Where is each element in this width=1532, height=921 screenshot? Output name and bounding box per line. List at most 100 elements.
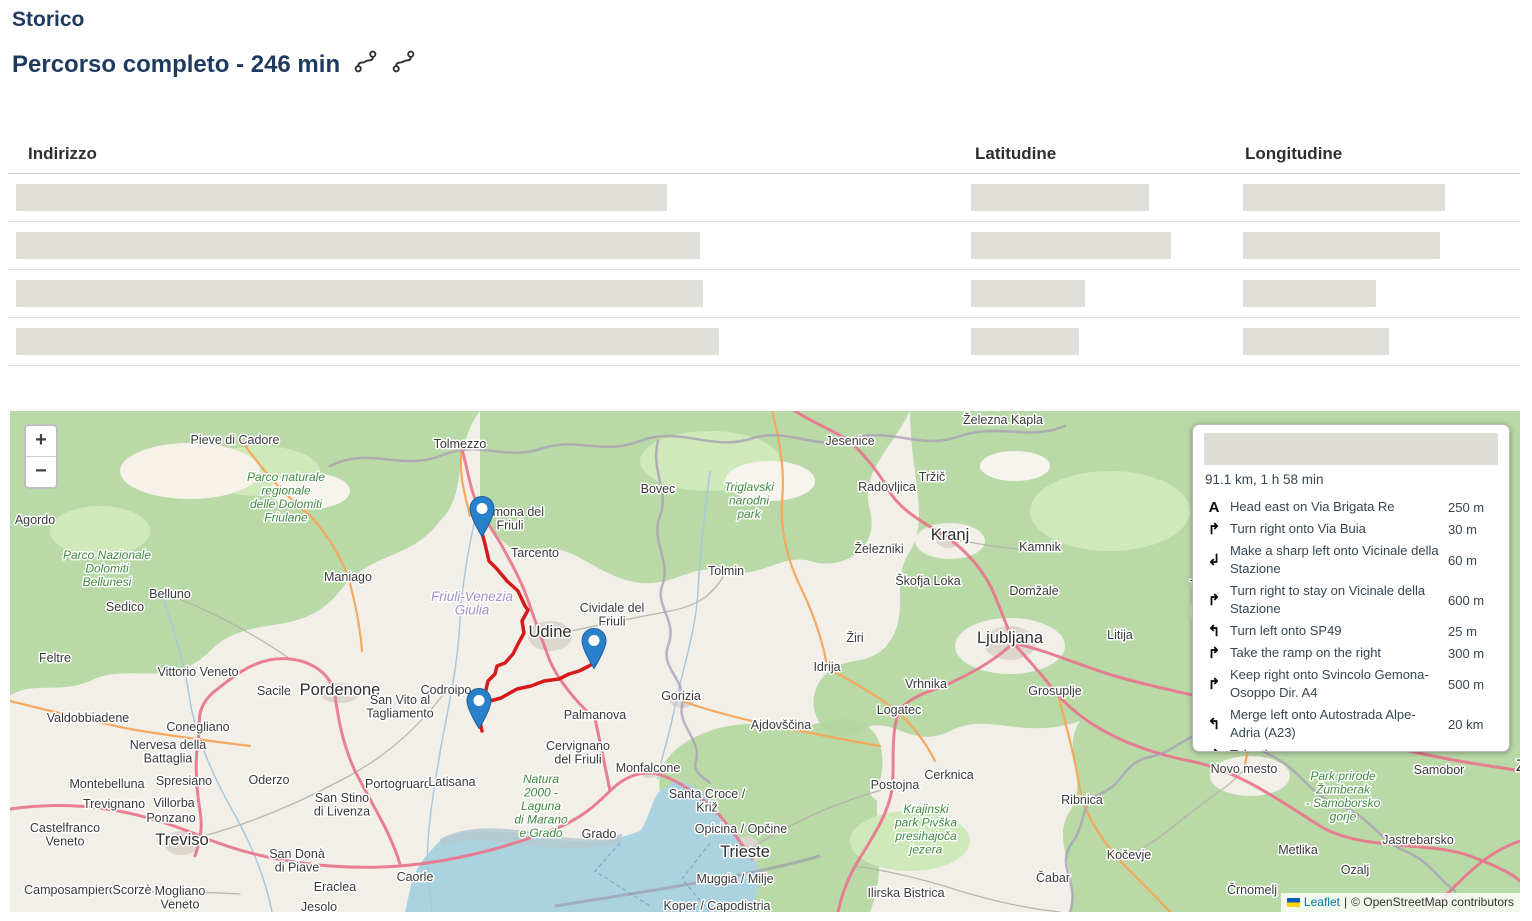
map[interactable]: UdineLjubljanaTrevisoTriestePordenoneZag…: [10, 411, 1520, 912]
col-header-latitudine: Latitudine: [955, 144, 1225, 164]
route-heading: Percorso completo - 246 min: [12, 49, 416, 81]
direction-step[interactable]: ↲Make a sharp left onto Vicinale della S…: [1204, 540, 1498, 580]
map-place-label: Camposampiero: [24, 883, 116, 897]
map-place-label: Pordenone: [300, 681, 381, 699]
map-place-label: Grosuplje: [1028, 684, 1082, 698]
osm-attribution-link[interactable]: © OpenStreetMap contributors: [1351, 895, 1514, 909]
turn-right-icon: ↱: [1204, 591, 1224, 609]
map-place-label: Postojna: [871, 778, 920, 792]
directions-steps: AHead east on Via Brigata Re250 m↱Turn r…: [1204, 496, 1498, 752]
step-distance: 800 m: [1448, 748, 1498, 753]
table-row: [8, 174, 1520, 222]
map-place-label: Tržič: [919, 470, 946, 484]
lon-value-redacted: [1243, 184, 1445, 211]
map-place-label: Železniki: [854, 541, 903, 556]
history-table: Indirizzo Latitudine Longitudine: [8, 135, 1520, 366]
lon-value-redacted: [1243, 328, 1389, 355]
map-place-label: Koper / Capodistria: [663, 899, 770, 912]
zoom-control: + −: [24, 424, 58, 489]
map-place-label: Cerknica: [924, 768, 973, 782]
map-place-label: Scorzè: [113, 883, 152, 897]
map-place-label: Trevignano: [83, 797, 145, 811]
map-place-label: Idrija: [813, 660, 840, 674]
step-distance: 60 m: [1448, 553, 1498, 568]
map-place-label: Kočevje: [1107, 848, 1152, 862]
zoom-out-button[interactable]: −: [26, 456, 56, 487]
map-place-label: Ilirska Bistrica: [867, 886, 944, 900]
map-place-label: Tolmin: [708, 564, 744, 578]
map-place-label: Montebelluna: [69, 777, 144, 791]
map-place-label: Ponzano: [146, 811, 195, 825]
ramp-right-icon: ↱: [1204, 746, 1224, 752]
map-place-label: Treviso: [155, 831, 208, 849]
step-distance: 500 m: [1448, 677, 1498, 692]
map-place-label: Žiri: [846, 630, 863, 645]
route-name-redacted: [1204, 433, 1498, 465]
attribution-separator: |: [1344, 895, 1347, 909]
map-place-label: Zagreb: [1516, 757, 1520, 775]
sharp-left-icon: ↲: [1204, 551, 1224, 569]
map-place-label: Opicina / Opčine: [695, 822, 787, 836]
zoom-in-button[interactable]: +: [26, 426, 56, 456]
map-place-label: Kamnik: [1019, 540, 1061, 554]
map-place-label: Villorba: [153, 796, 195, 810]
step-instruction: Head east on Via Brigata Re: [1224, 498, 1442, 516]
step-distance: 20 km: [1448, 717, 1498, 732]
direction-step[interactable]: ↱Take the800 m: [1204, 744, 1498, 752]
direction-step[interactable]: ↱Turn right onto Via Buia30 m: [1204, 518, 1498, 540]
map-place-label: Ajdovščina: [751, 718, 811, 732]
col-header-longitudine: Longitudine: [1225, 144, 1520, 164]
map-place-label: Pieve di Cadore: [191, 433, 280, 447]
table-body: [8, 174, 1520, 366]
direction-step[interactable]: ↰Merge left onto Autostrada Alpe-Adria (…: [1204, 704, 1498, 744]
map-place-label: Novo mesto: [1211, 762, 1278, 776]
step-instruction: Turn right to stay on Vicinale della Sta…: [1224, 582, 1442, 618]
leaflet-link[interactable]: Leaflet: [1304, 895, 1340, 909]
merge-left-icon: ↰: [1204, 715, 1224, 733]
map-place-label: Ozalj: [1341, 863, 1369, 877]
ramp-right-icon: ↱: [1204, 644, 1224, 662]
map-place-label: Monfalcone: [616, 761, 681, 775]
map-place-label: Conegliano: [166, 720, 229, 734]
map-place-label: Palmanova: [564, 708, 627, 722]
direction-step[interactable]: ↱Keep right onto Svincolo Gemona-Osoppo …: [1204, 664, 1498, 704]
step-distance: 250 m: [1448, 500, 1498, 515]
addr-value-redacted: [16, 328, 719, 355]
directions-panel[interactable]: 91.1 km, 1 h 58 min AHead east on Via Br…: [1192, 424, 1510, 752]
map-place-label: Grado: [582, 827, 617, 841]
step-instruction: Take the ramp on the right: [1224, 644, 1442, 662]
step-instruction: Turn left onto SP49: [1224, 622, 1442, 640]
lon-value-redacted: [1243, 232, 1440, 259]
map-place-label: Belluno: [149, 587, 191, 601]
page-title: Storico: [12, 8, 84, 32]
map-attribution: Leaflet | © OpenStreetMap contributors: [1281, 893, 1520, 912]
map-place-label: Codroipo: [421, 683, 472, 697]
map-place-label: Agordo: [15, 513, 55, 527]
lat-value-redacted: [971, 328, 1079, 355]
map-place-label: Trieste: [720, 843, 770, 861]
route-icon[interactable]: [391, 49, 416, 81]
direction-step[interactable]: ↰Turn left onto SP4925 m: [1204, 620, 1498, 642]
map-place-label: Litija: [1107, 628, 1133, 642]
map-place-label: Vittorio Veneto: [157, 665, 238, 679]
depart-icon: A: [1204, 499, 1224, 516]
map-place-label: San Stinodi Livenza: [314, 791, 370, 819]
direction-step[interactable]: AHead east on Via Brigata Re 250 m: [1204, 496, 1498, 518]
map-place-label: Logatec: [877, 703, 921, 717]
direction-step[interactable]: ↱Turn right to stay on Vicinale della St…: [1204, 580, 1498, 620]
map-place-label: Kranj: [931, 526, 970, 544]
direction-step[interactable]: ↱Take the ramp on the right 300 m: [1204, 642, 1498, 664]
table-row: [8, 318, 1520, 366]
step-instruction: Turn right onto Via Buia: [1224, 520, 1442, 538]
table-row: [8, 222, 1520, 270]
addr-value-redacted: [16, 280, 703, 307]
map-place-label: Bovec: [641, 482, 676, 496]
map-place-label: Sedico: [106, 600, 144, 614]
route-icon[interactable]: [353, 49, 378, 81]
map-place-label: Domžale: [1009, 584, 1058, 598]
route-summary: 91.1 km, 1 h 58 min: [1205, 472, 1498, 487]
addr-value-redacted: [16, 184, 667, 211]
map-place-label: Jastrebarsko: [1382, 833, 1454, 847]
map-place-label: Jesolo: [301, 900, 337, 912]
step-distance: 300 m: [1448, 646, 1498, 661]
